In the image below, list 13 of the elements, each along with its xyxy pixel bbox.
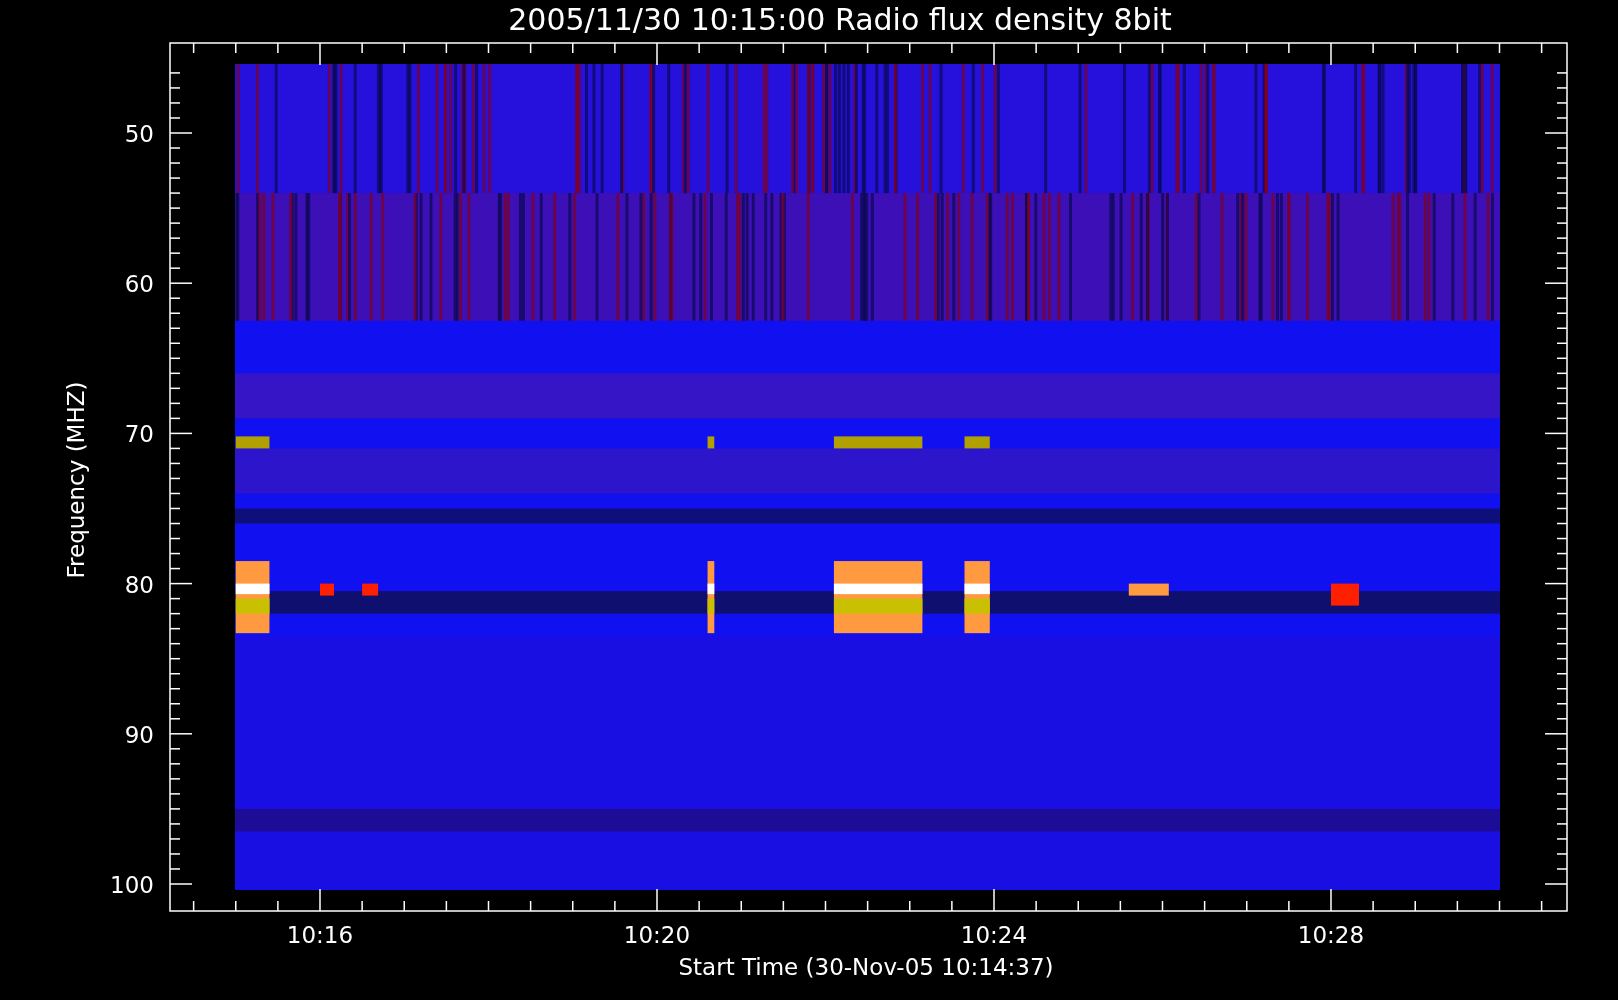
y-axis-label: Frequency (MHZ) <box>63 381 89 579</box>
x-tick-label: 10:28 <box>1297 922 1365 948</box>
y-tick-label: 100 <box>110 872 154 898</box>
y-tick-label: 60 <box>124 271 154 298</box>
y-tick-label: 80 <box>124 571 154 598</box>
x-tick-label: 10:24 <box>960 922 1028 948</box>
chart-title: 2005/11/30 10:15:00 Radio flux density 8bit <box>508 2 1172 37</box>
y-tick-label: 50 <box>124 121 154 147</box>
x-axis-label: Start Time (30-Nov-05 10:14:37) <box>678 954 1054 980</box>
x-tick-label: 10:20 <box>623 922 691 948</box>
y-tick-label: 90 <box>124 721 154 748</box>
y-tick-label: 70 <box>124 421 154 448</box>
x-tick-label: 10:16 <box>286 922 354 948</box>
